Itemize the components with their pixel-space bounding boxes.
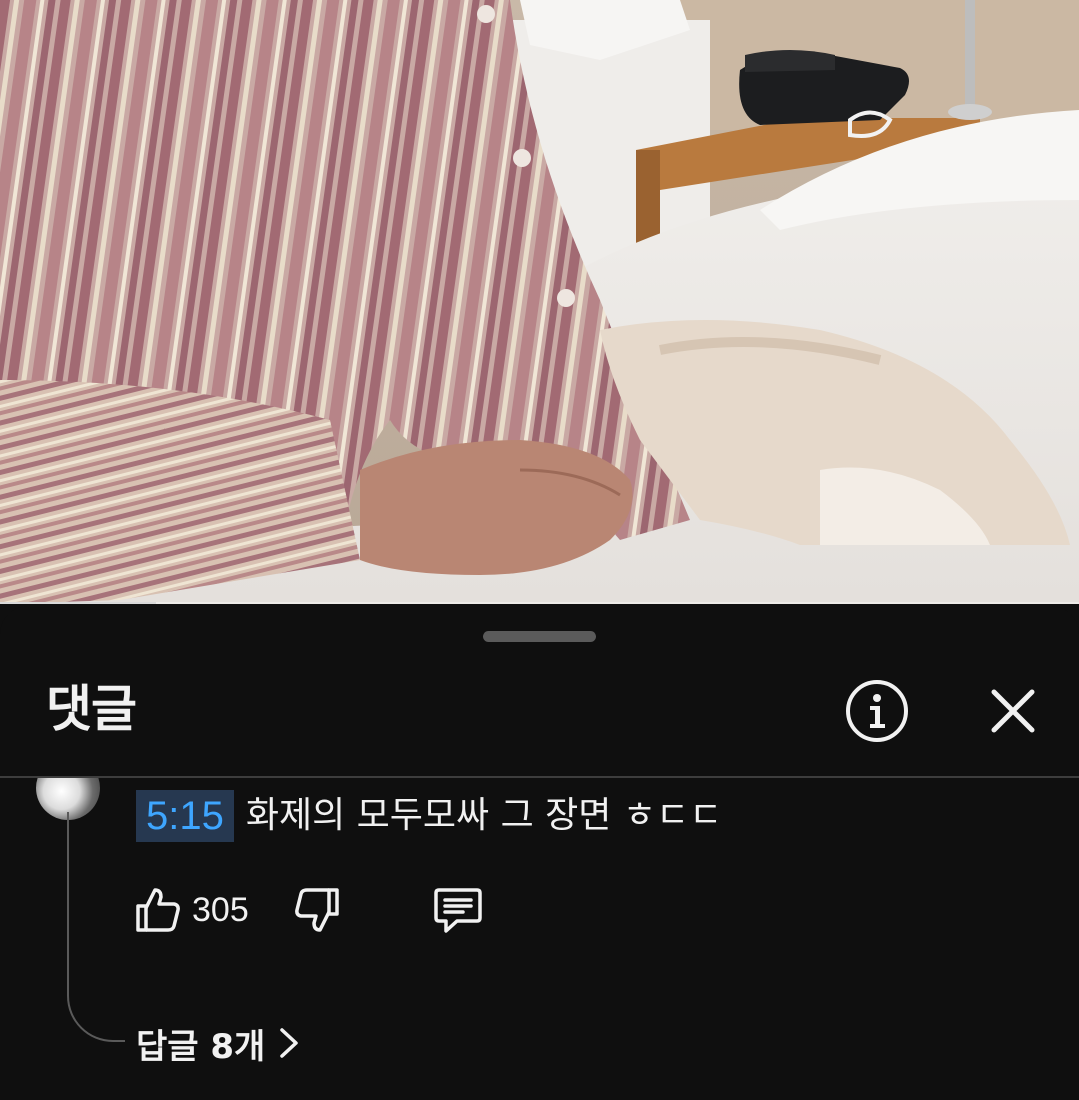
info-icon: [846, 680, 908, 742]
view-replies-link[interactable]: 답글 8개: [136, 1018, 299, 1068]
youtube-mobile-comments-screen: 댓글 5:15 화제의 모두모싸 그 장면 ㅎㄷㄷ 305 답글 8개: [0, 0, 1079, 1100]
comments-title: 댓글: [46, 680, 137, 738]
comment-body: 5:15 화제의 모두모싸 그 장면 ㅎㄷㄷ: [136, 790, 722, 842]
like-button[interactable]: 305: [134, 882, 293, 938]
comment-bubble-icon: [433, 888, 482, 933]
thread-connector-line: [67, 812, 125, 1042]
replies-label: 답글 8개: [136, 1026, 266, 1067]
comment-actions: 305: [134, 882, 483, 938]
video-frame-image: [0, 0, 1079, 604]
header-divider: [0, 776, 1079, 778]
video-progress-bar[interactable]: [0, 602, 1079, 604]
dislike-button[interactable]: [293, 882, 341, 938]
reply-button[interactable]: [433, 882, 483, 938]
thumbs-down-icon: [294, 888, 339, 932]
close-icon: [991, 689, 1035, 733]
video-progress-fill: [0, 602, 157, 604]
sheet-drag-handle[interactable]: [483, 631, 596, 642]
like-count: 305: [192, 890, 249, 929]
video-player[interactable]: [0, 0, 1079, 604]
info-button[interactable]: [842, 676, 912, 746]
timestamp-link[interactable]: 5:15: [136, 790, 234, 842]
close-button[interactable]: [978, 676, 1048, 746]
comments-sheet: 댓글 5:15 화제의 모두모싸 그 장면 ㅎㄷㄷ 305 답글 8개: [0, 606, 1079, 1100]
comment-text: 화제의 모두모싸 그 장면 ㅎㄷㄷ: [245, 795, 723, 836]
thumbs-up-icon: [136, 888, 180, 932]
chevron-right-icon: [279, 1027, 299, 1059]
